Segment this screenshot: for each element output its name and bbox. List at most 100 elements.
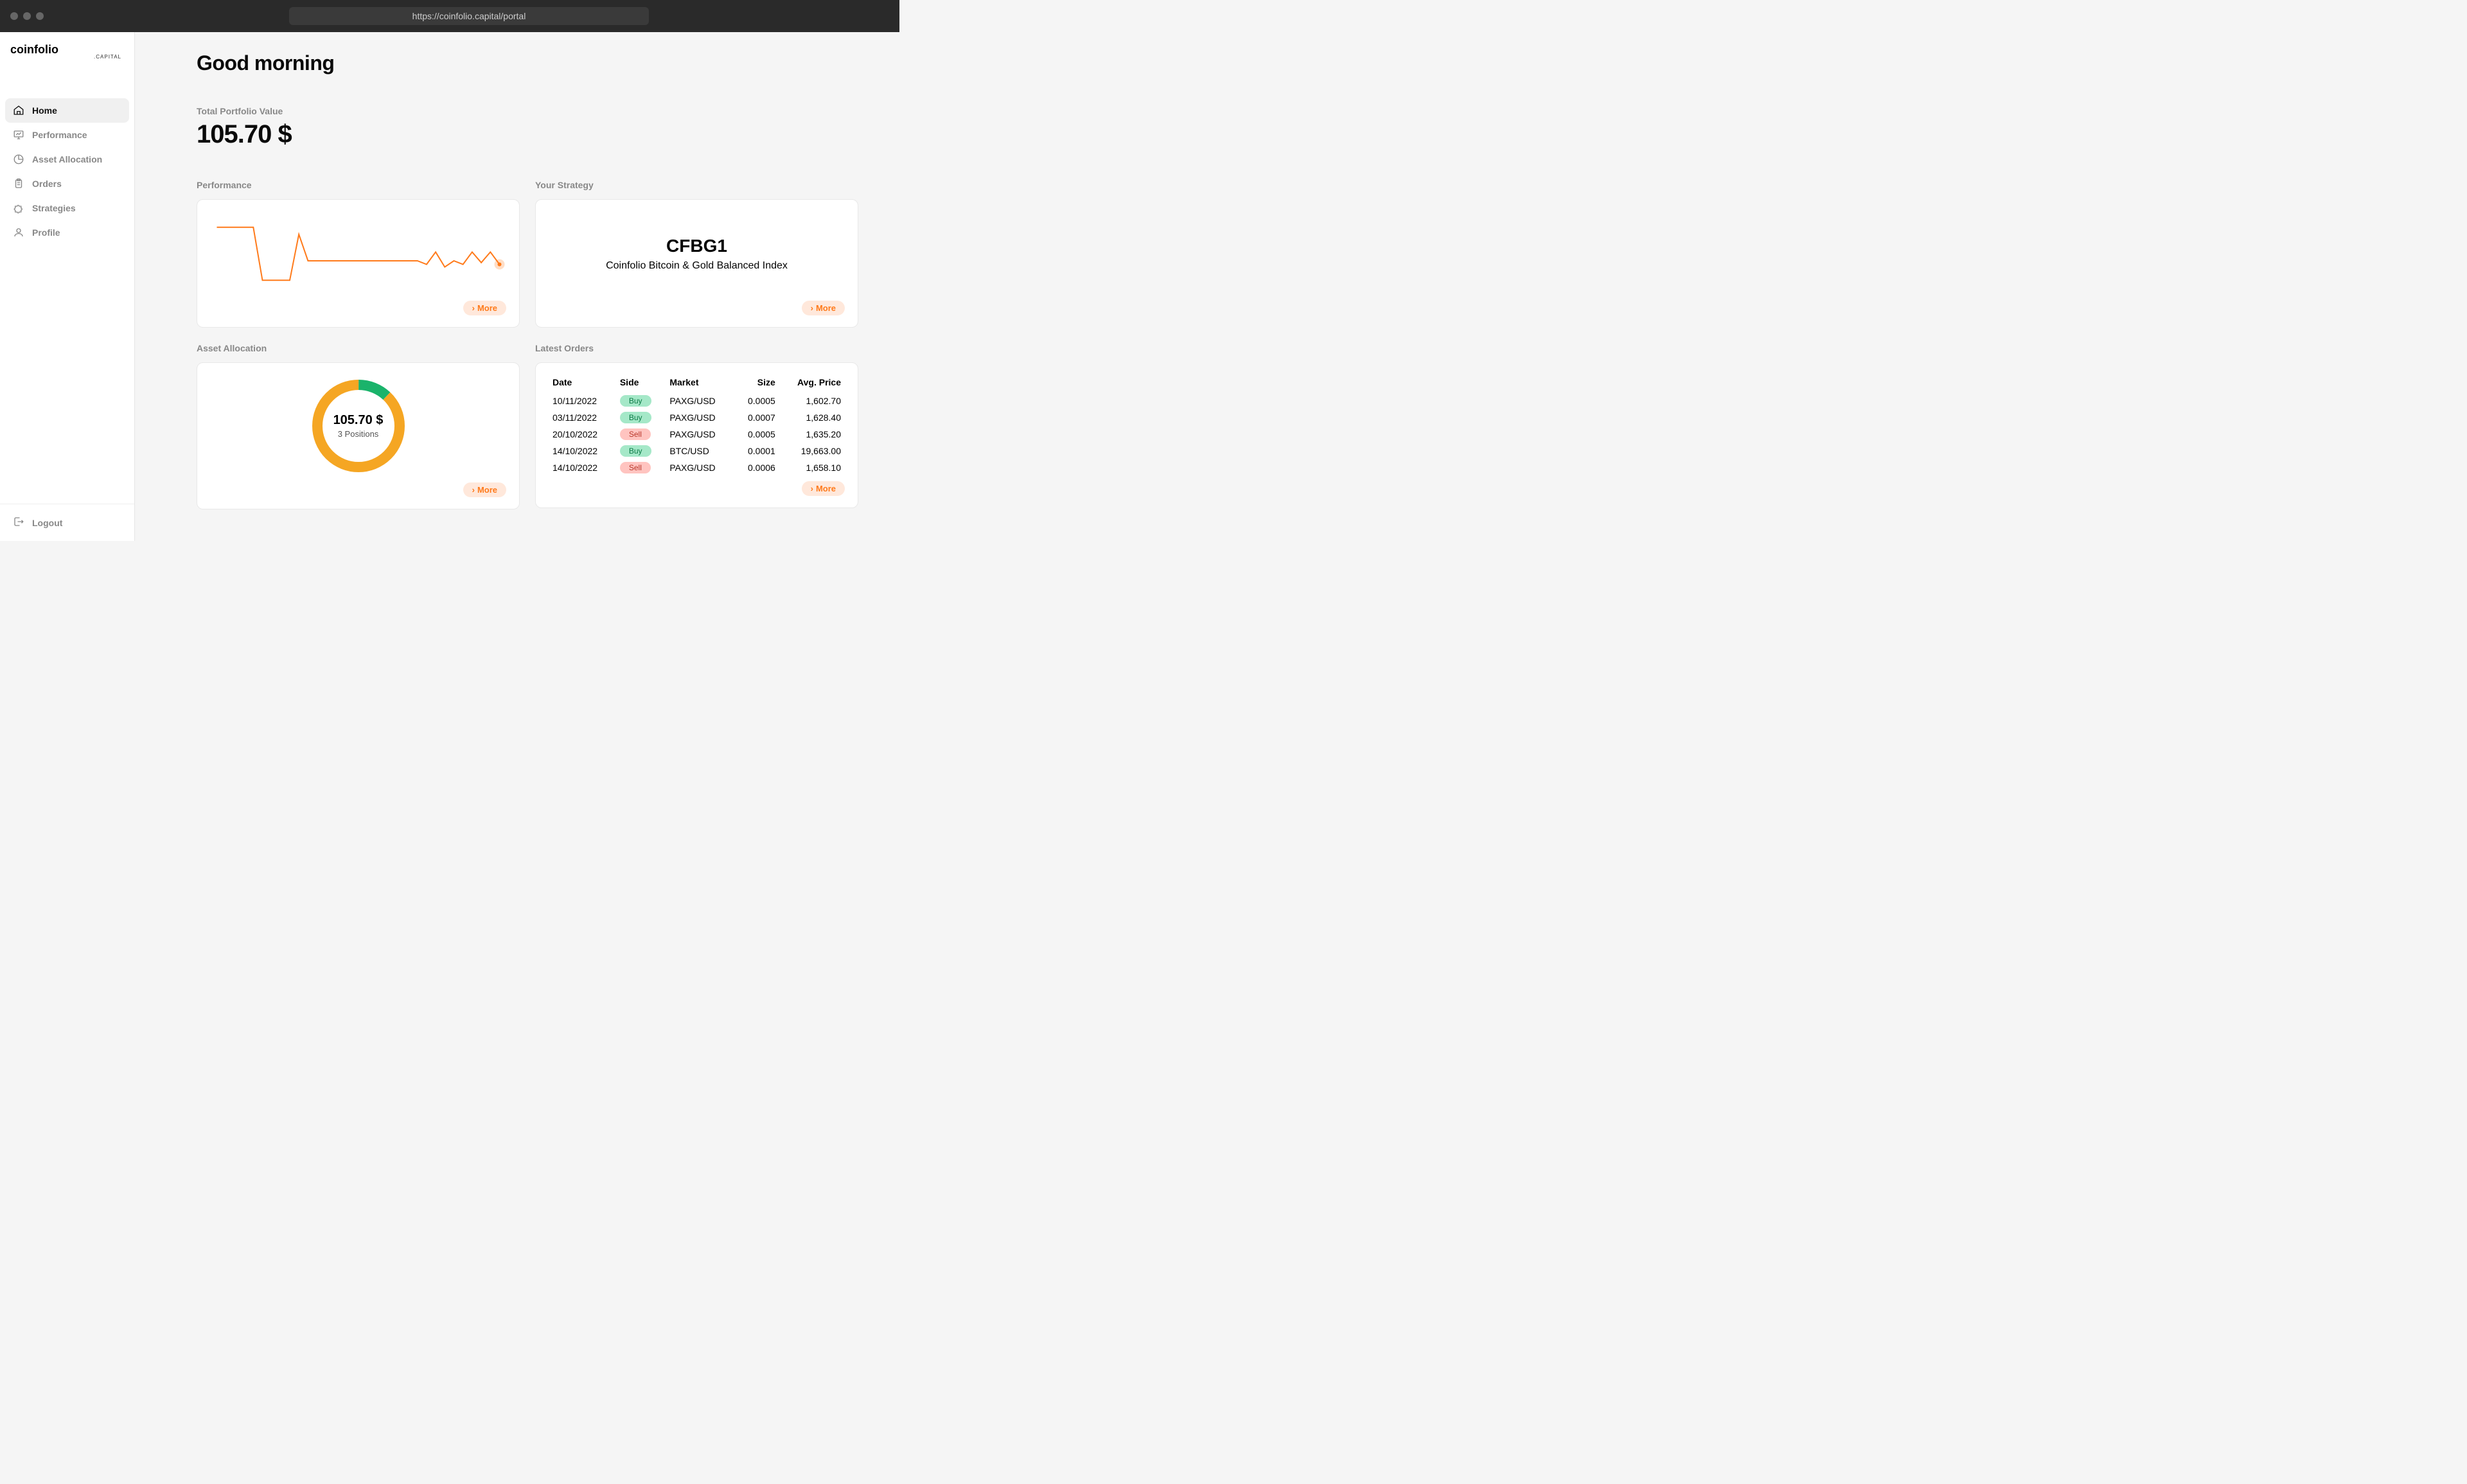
cell-avg-price: 1,602.70 [779,393,845,409]
cell-side: Buy [616,393,666,409]
cell-date: 20/10/2022 [549,426,616,443]
sidebar-item-orders[interactable]: Orders [5,172,129,196]
col-size: Size [734,375,779,393]
home-icon [13,105,24,116]
orders-card: Date Side Market Size Avg. Price 10/11/2… [535,362,858,508]
cell-side: Buy [616,443,666,459]
more-label: More [816,484,836,493]
side-badge: Buy [620,412,651,423]
url-bar[interactable]: https://coinfolio.capital/portal [289,7,649,25]
sidebar-item-profile[interactable]: Profile [5,220,129,245]
side-badge: Buy [620,445,651,457]
chevron-right-icon: › [472,303,475,313]
cell-side: Buy [616,409,666,426]
sidebar-item-label: Profile [32,227,60,238]
more-button-performance[interactable]: › More [463,301,506,315]
chevron-right-icon: › [811,303,813,313]
section-label: Latest Orders [535,343,858,353]
cell-avg-price: 19,663.00 [779,443,845,459]
sidebar-nav: Home Performance Asset Allocation Orders… [0,67,134,504]
cell-size: 0.0007 [734,409,779,426]
sidebar-item-label: Performance [32,130,87,140]
sidebar-item-home[interactable]: Home [5,98,129,123]
pie-chart-icon [13,154,24,165]
strategy-card: CFBG1 Coinfolio Bitcoin & Gold Balanced … [535,199,858,328]
table-row: 10/11/2022BuyPAXG/USD0.00051,602.70 [549,393,845,409]
sidebar-item-performance[interactable]: Performance [5,123,129,147]
more-button-orders[interactable]: › More [802,481,845,496]
more-button-allocation[interactable]: › More [463,482,506,497]
performance-section: Performance › More [197,180,520,328]
table-header-row: Date Side Market Size Avg. Price [549,375,845,393]
col-side: Side [616,375,666,393]
presentation-chart-icon [13,129,24,141]
strategy-section: Your Strategy CFBG1 Coinfolio Bitcoin & … [535,180,858,328]
browser-chrome: https://coinfolio.capital/portal [0,0,899,32]
sidebar-item-label: Asset Allocation [32,154,102,164]
more-label: More [816,303,836,313]
strategy-subtitle: Coinfolio Bitcoin & Gold Balanced Index [606,260,788,272]
section-label: Asset Allocation [197,343,520,353]
user-icon [13,227,24,238]
donut-positions-label: 3 Positions [338,429,379,439]
orders-table: Date Side Market Size Avg. Price 10/11/2… [549,375,845,476]
sidebar-item-label: Strategies [32,203,76,213]
cell-side: Sell [616,426,666,443]
sidebar-footer: Logout [0,504,134,541]
cell-date: 14/10/2022 [549,443,616,459]
table-row: 14/10/2022BuyBTC/USD0.000119,663.00 [549,443,845,459]
sidebar-item-asset-allocation[interactable]: Asset Allocation [5,147,129,172]
cell-avg-price: 1,658.10 [779,459,845,476]
allocation-donut: 105.70 $ 3 Positions [307,375,410,477]
maximize-window-icon[interactable] [36,12,44,20]
kpi-label: Total Portfolio Value [197,106,858,116]
cell-avg-price: 1,635.20 [779,426,845,443]
kpi-block: Total Portfolio Value 105.70 $ [197,106,858,149]
col-avg-price: Avg. Price [779,375,845,393]
sidebar-item-label: Home [32,105,57,116]
cell-date: 03/11/2022 [549,409,616,426]
orders-section: Latest Orders Date Side Market Size Avg.… [535,343,858,509]
sidebar-item-strategies[interactable]: Strategies [5,196,129,220]
table-row: 14/10/2022 Sell PAXG/USD0.00061,658.10 [549,459,845,476]
side-badge: Sell [620,428,651,440]
cell-market: PAXG/USD [666,459,734,476]
donut-center-value: 105.70 $ [333,413,384,428]
table-row: 03/11/2022 Buy PAXG/USD0.00071,628.40 [549,409,845,426]
cell-market: BTC/USD [666,443,734,459]
chevron-right-icon: › [472,485,475,495]
sidebar-item-label: Orders [32,179,62,189]
puzzle-icon [13,202,24,214]
cell-size: 0.0006 [734,459,779,476]
performance-card: › More [197,199,520,328]
close-window-icon[interactable] [10,12,18,20]
cell-market: PAXG/USD [666,426,734,443]
cell-date: 10/11/2022 [549,393,616,409]
brand-logo: coinfolio .CAPITAL [0,32,134,67]
cell-side: Sell [616,459,666,476]
clipboard-icon [13,178,24,190]
logout-button[interactable]: Logout [13,516,121,529]
section-label: Performance [197,180,520,190]
main-content: Good morning Total Portfolio Value 105.7… [135,32,899,541]
minimize-window-icon[interactable] [23,12,31,20]
strategy-title: CFBG1 [666,236,727,256]
cell-date: 14/10/2022 [549,459,616,476]
side-badge: Sell [620,462,651,473]
window-controls [10,12,44,20]
logout-icon [13,516,24,529]
allocation-section: Asset Allocation 105.70 $ 3 Positions › [197,343,520,509]
cell-market: PAXG/USD [666,393,734,409]
page-title: Good morning [197,51,858,75]
sidebar: coinfolio .CAPITAL Home Performance Asse… [0,32,135,541]
more-label: More [477,303,497,313]
more-button-strategy[interactable]: › More [802,301,845,315]
cell-market: PAXG/USD [666,409,734,426]
section-label: Your Strategy [535,180,858,190]
allocation-card: 105.70 $ 3 Positions › More [197,362,520,509]
col-date: Date [549,375,616,393]
kpi-value: 105.70 $ [197,120,858,149]
table-row: 20/10/2022SellPAXG/USD0.00051,635.20 [549,426,845,443]
side-badge: Buy [620,395,651,407]
cell-avg-price: 1,628.40 [779,409,845,426]
